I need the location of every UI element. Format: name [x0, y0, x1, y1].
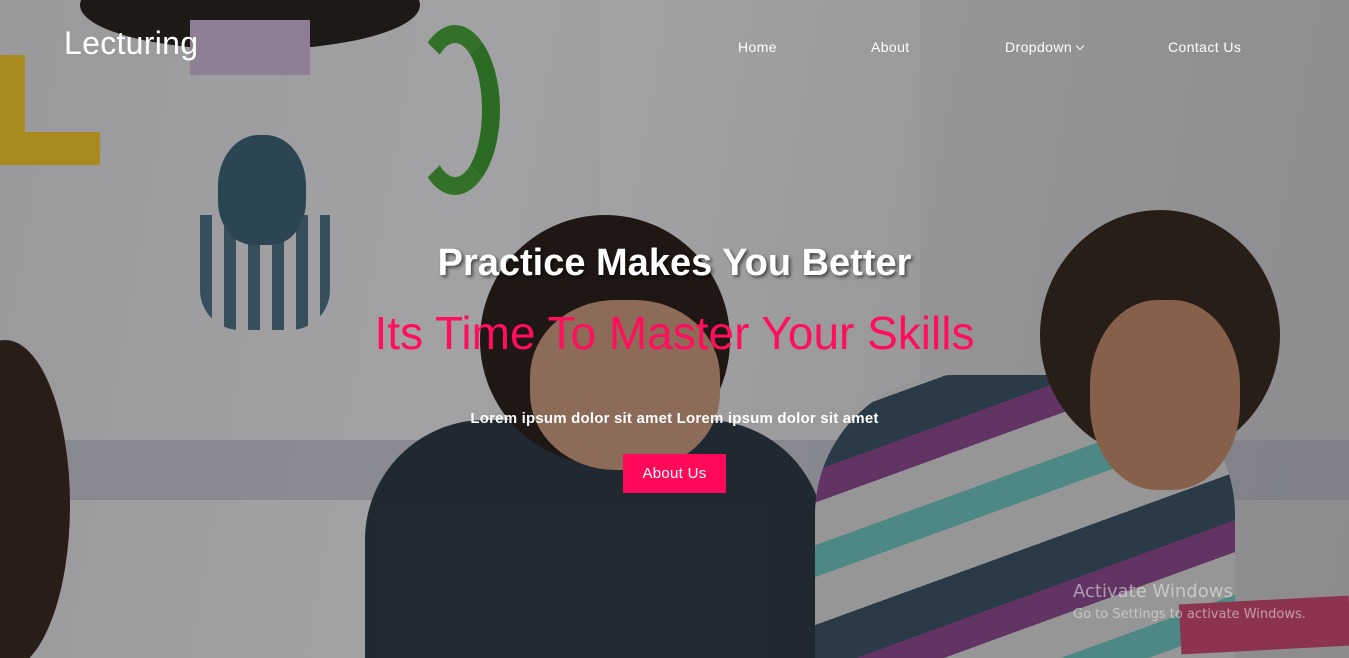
watermark-title: Activate Windows — [1073, 581, 1233, 602]
hero-subheadline: Its Time To Master Your Skills — [374, 307, 975, 359]
windows-activation-watermark: Activate Windows Go to Settings to activ… — [1073, 581, 1306, 624]
about-us-button[interactable]: About Us — [623, 454, 726, 493]
hero-headline: Practice Makes You Better — [437, 242, 912, 284]
hero-content: Practice Makes You Better Its Time To Ma… — [0, 0, 1349, 658]
watermark-subtitle: Go to Settings to activate Windows. — [1073, 607, 1306, 622]
hero-section: Lecturing Home About Dropdown Contact Us… — [0, 0, 1349, 658]
hero-lead-text: Lorem ipsum dolor sit amet Lorem ipsum d… — [470, 410, 879, 427]
